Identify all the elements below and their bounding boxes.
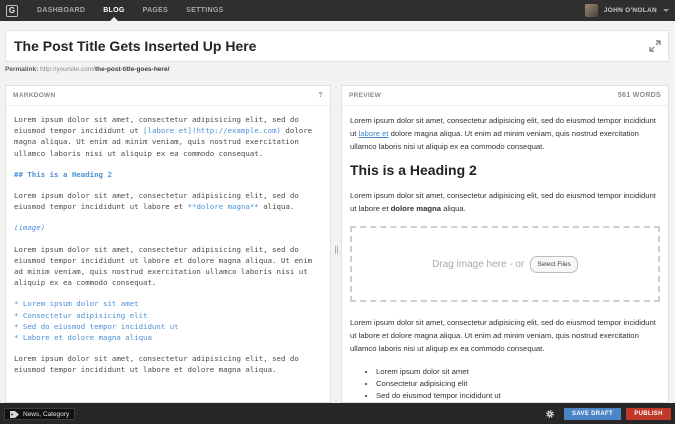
- tag-icon: [10, 410, 19, 418]
- md-image: (image): [14, 223, 46, 233]
- preview-text: dolore magna aliqua. Ut enim ad minim ve…: [350, 129, 639, 151]
- expand-icon[interactable]: [649, 40, 661, 52]
- help-icon[interactable]: ?: [318, 92, 323, 99]
- md-paragraph: Lorem ipsum dolor sit amet, consectetur …: [14, 244, 313, 288]
- dropzone-text: Drag image here - or: [432, 258, 525, 270]
- chevron-down-icon[interactable]: [663, 9, 669, 12]
- md-bold: **dolore magna**: [187, 202, 259, 212]
- markdown-header: MARKDOWN ?: [6, 86, 330, 106]
- markdown-label: MARKDOWN: [13, 92, 56, 99]
- preview-paragraph: Lorem ipsum dolor sit amet, consectetur …: [350, 114, 660, 153]
- preview-paragraph: Lorem ipsum dolor sit amet, consectetur …: [350, 318, 656, 353]
- tags-field[interactable]: News, Category: [4, 408, 76, 420]
- nav-pages[interactable]: PAGES: [134, 0, 178, 21]
- nav-blog[interactable]: BLOG: [94, 0, 133, 21]
- preview-heading: This is a Heading 2: [350, 162, 477, 178]
- post-title-input[interactable]: The Post Title Gets Inserted Up Here: [14, 38, 256, 54]
- permalink-slug[interactable]: the-post-title-goes-here/: [95, 66, 169, 73]
- nav-settings[interactable]: SETTINGS: [177, 0, 232, 21]
- word-count: 561 WORDS: [617, 92, 661, 99]
- md-text: aliqua.: [258, 202, 295, 212]
- preview-content: Lorem ipsum dolor sit amet, consectetur …: [342, 106, 668, 402]
- md-paragraph: Lorem ipsum dolor sit amet, consectetur …: [14, 114, 322, 159]
- main-nav: DASHBOARD BLOG PAGES SETTINGS: [28, 0, 233, 21]
- publish-button[interactable]: PUBLISH: [626, 408, 671, 420]
- user-name[interactable]: JOHN O'NOLAN: [604, 7, 657, 14]
- preview-header: PREVIEW 561 WORDS: [342, 86, 668, 106]
- top-nav-bar: G DASHBOARD BLOG PAGES SETTINGS JOHN O'N…: [0, 0, 675, 21]
- permalink: Permalink: http://yoursite.com/the-post-…: [5, 66, 169, 73]
- panel-resize-handle[interactable]: [335, 246, 338, 254]
- title-field[interactable]: The Post Title Gets Inserted Up Here: [5, 30, 669, 62]
- permalink-base: http://yoursite.com/: [40, 66, 95, 73]
- preview-list-item: Sed do eiusmod tempor incididunt ut: [376, 390, 660, 402]
- nav-dashboard[interactable]: DASHBOARD: [28, 0, 94, 21]
- preview-paragraph: Lorem ipsum dolor sit amet, consectetur …: [350, 189, 660, 215]
- preview-list: Lorem ipsum dolor sit amet Consectetur a…: [376, 366, 660, 402]
- md-paragraph: Lorem ipsum dolor sit amet, consectetur …: [14, 190, 322, 212]
- footer-bar: News, Category SAVE DRAFT PUBLISH: [0, 403, 675, 424]
- md-heading: ## This is a Heading 2: [14, 169, 112, 179]
- avatar[interactable]: [584, 4, 598, 17]
- md-list: * Lorem ipsum dolor sit amet * Consectet…: [14, 298, 322, 343]
- select-files-button[interactable]: Select Files: [530, 255, 578, 273]
- user-menu[interactable]: JOHN O'NOLAN: [584, 0, 669, 21]
- md-list-item: * Sed do eiusmod tempor incididunt ut: [14, 321, 179, 331]
- md-list-item: * Labore et dolore magna aliqua: [14, 333, 152, 343]
- preview-link[interactable]: labore et: [359, 129, 389, 138]
- gear-icon[interactable]: [545, 409, 555, 419]
- tags-value[interactable]: News, Category: [23, 411, 69, 418]
- md-list-item: * Consectetur adipisicing elit: [14, 310, 148, 320]
- image-dropzone[interactable]: Drag image here - or Select Files: [350, 226, 660, 302]
- save-draft-button[interactable]: SAVE DRAFT: [564, 408, 621, 420]
- md-link: [labore et](http://example.com): [143, 126, 281, 136]
- md-paragraph: Lorem ipsum dolor sit amet, consectetur …: [14, 354, 299, 375]
- permalink-label: Permalink:: [5, 66, 39, 73]
- preview-bold: dolore magna: [390, 204, 442, 213]
- markdown-panel: MARKDOWN ? Lorem ipsum dolor sit amet, c…: [5, 85, 331, 403]
- preview-list-item: Consectetur adipisicing elit: [376, 378, 660, 390]
- preview-panel: PREVIEW 561 WORDS Lorem ipsum dolor sit …: [341, 85, 669, 403]
- preview-list-item: Lorem ipsum dolor sit amet: [376, 366, 660, 378]
- md-list-item: * Lorem ipsum dolor sit amet: [14, 299, 139, 309]
- preview-label: PREVIEW: [349, 92, 382, 99]
- markdown-editor[interactable]: Lorem ipsum dolor sit amet, consectetur …: [6, 106, 330, 394]
- logo-icon[interactable]: G: [6, 4, 18, 17]
- preview-text: aliqua.: [441, 204, 466, 213]
